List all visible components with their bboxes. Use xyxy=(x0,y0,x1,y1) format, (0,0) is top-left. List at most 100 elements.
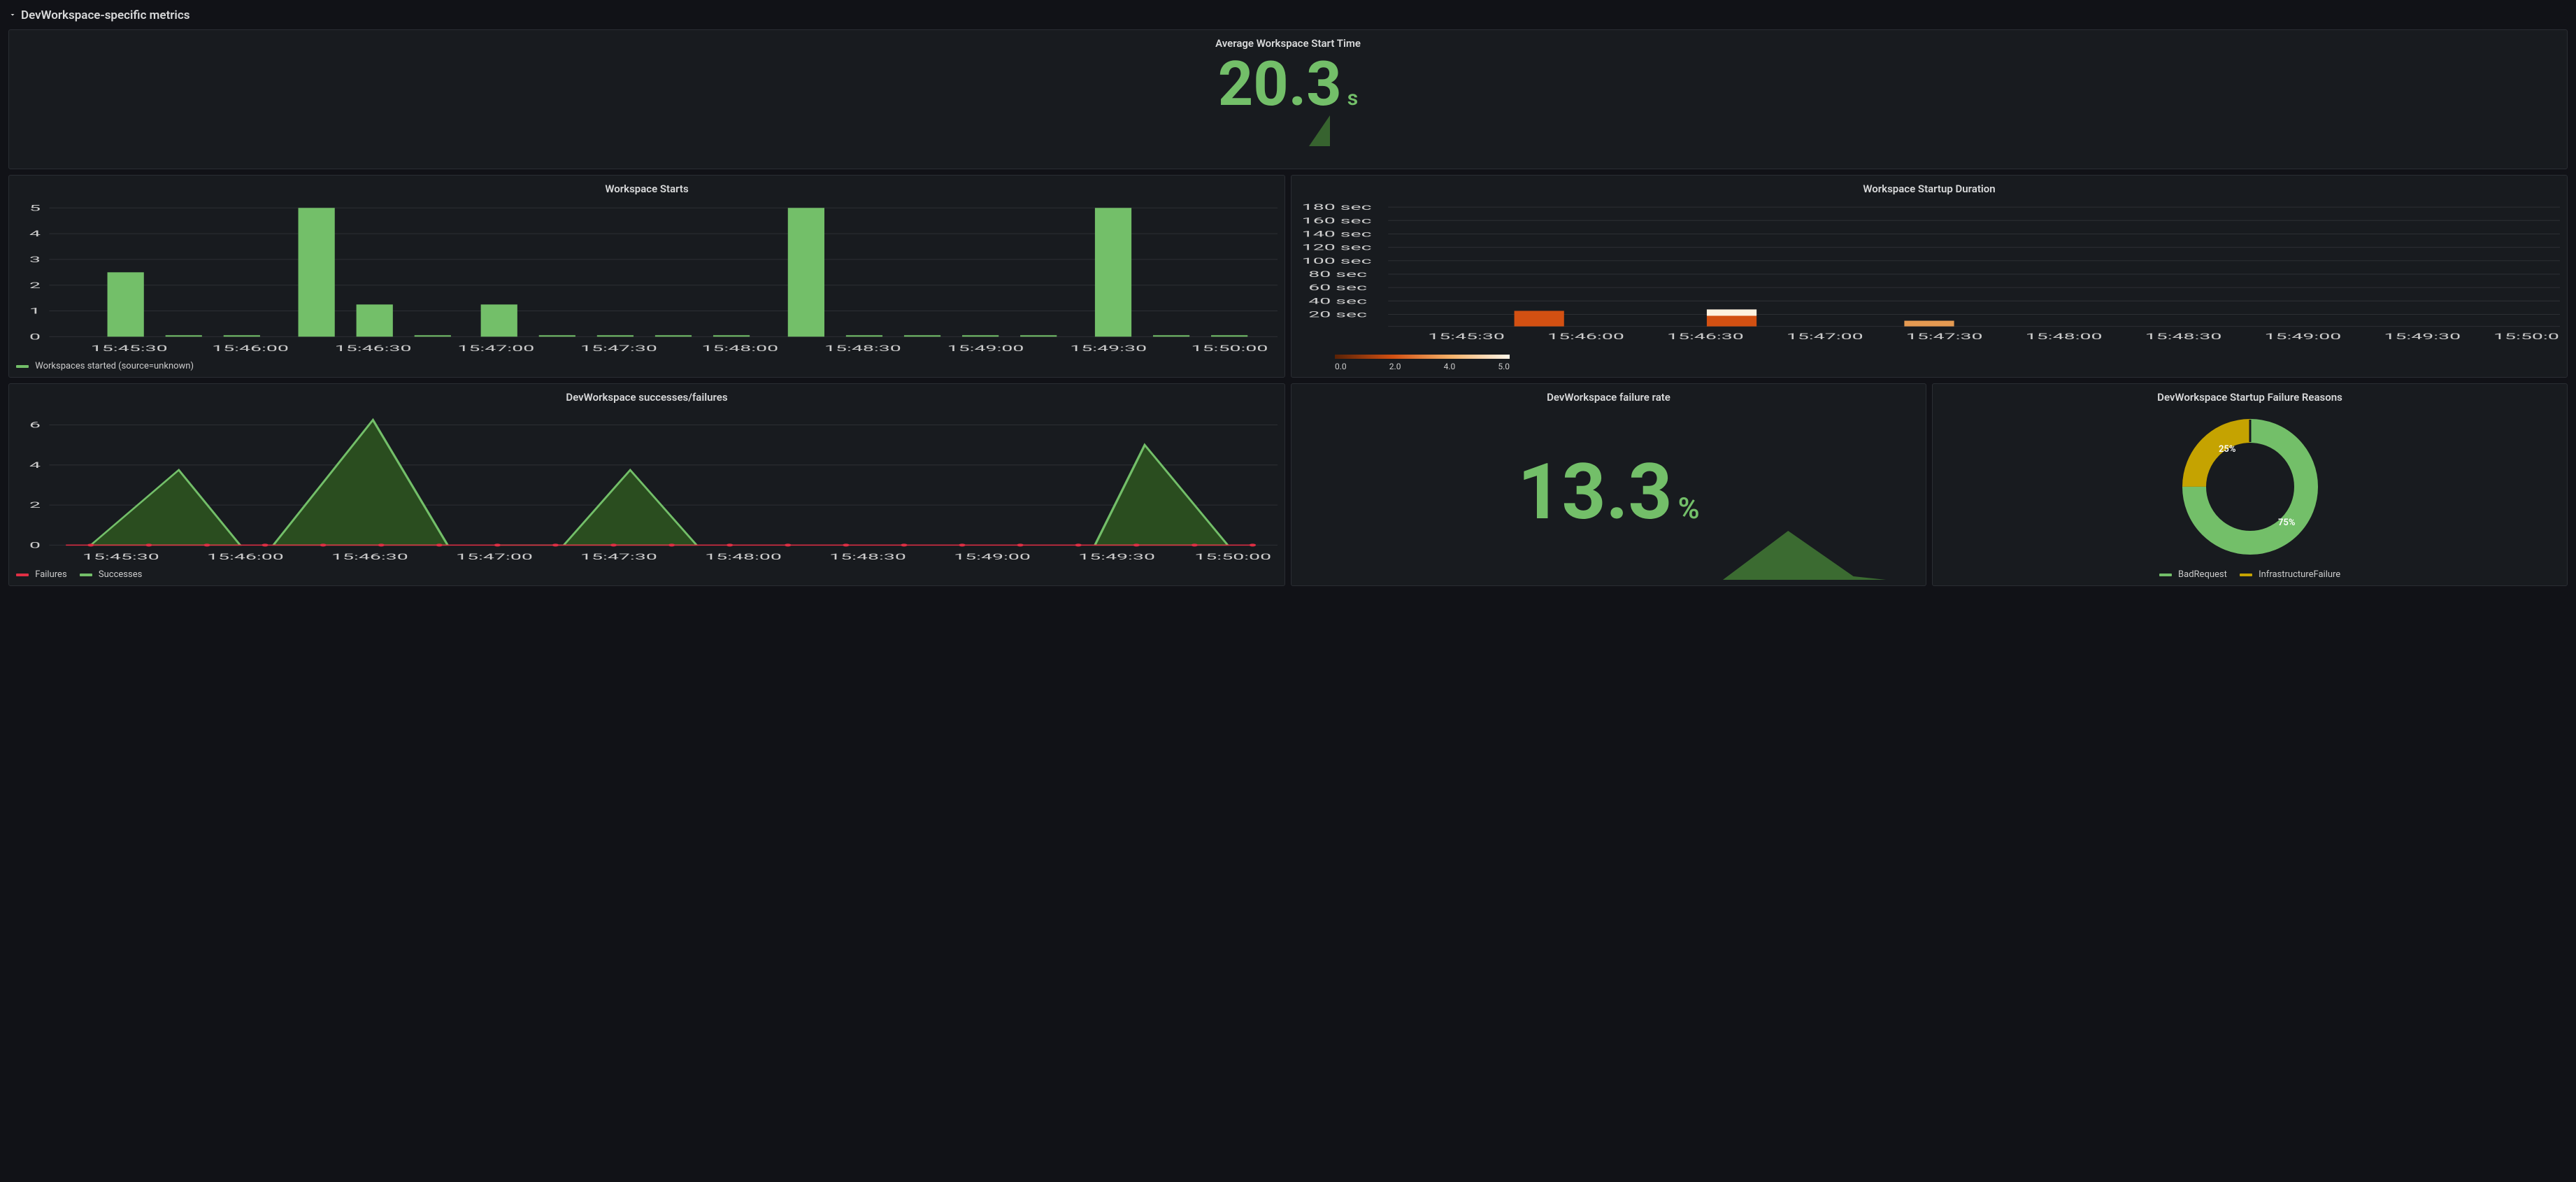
svg-text:15:48:30: 15:48:30 xyxy=(829,552,906,562)
svg-text:15:47:00: 15:47:00 xyxy=(457,343,534,353)
heatmap-chart: 180 sec 160 sec 140 sec 120 sec 100 sec … xyxy=(1298,199,2560,355)
dashboard-grid: Average Workspace Start Time 20.3 s Work… xyxy=(8,29,2568,586)
sparkline xyxy=(1298,531,1919,580)
legend-swatch xyxy=(80,574,92,576)
legend-item: Failures xyxy=(16,569,67,580)
svg-text:180 sec: 180 sec xyxy=(1302,203,1372,213)
svg-text:15:49:00: 15:49:00 xyxy=(954,552,1031,562)
svg-text:40 sec: 40 sec xyxy=(1308,297,1367,306)
stat-value: 13.3 xyxy=(1517,454,1672,531)
svg-text:0: 0 xyxy=(29,541,41,550)
svg-text:100 sec: 100 sec xyxy=(1302,256,1372,266)
svg-text:15:50:00: 15:50:00 xyxy=(1194,552,1271,562)
panel-title: DevWorkspace Startup Failure Reasons xyxy=(1940,388,2560,408)
legend-item: BadRequest xyxy=(2159,569,2227,580)
legend-item: Successes xyxy=(80,569,143,580)
stat-unit: % xyxy=(1678,492,1700,526)
legend-item: Workspaces started (source=unknown) xyxy=(16,361,194,371)
panel-workspace-starts[interactable]: Workspace Starts 5 4 3 2 1 0 xyxy=(8,175,1285,378)
panel-successes-failures[interactable]: DevWorkspace successes/failures 6 4 2 0 xyxy=(8,383,1285,586)
svg-text:4: 4 xyxy=(29,460,41,470)
svg-text:75%: 75% xyxy=(2278,518,2296,528)
svg-text:15:48:30: 15:48:30 xyxy=(2145,332,2222,341)
legend: BadRequest InfrastructureFailure xyxy=(1940,565,2560,580)
svg-text:15:45:30: 15:45:30 xyxy=(91,343,168,353)
color-scale: 0.0 2.0 4.0 5.0 xyxy=(1298,355,2560,371)
scale-tick: 0.0 xyxy=(1335,362,1347,371)
svg-text:20 sec: 20 sec xyxy=(1308,310,1367,320)
stat-body: 20.3 s xyxy=(16,54,2560,163)
legend-swatch xyxy=(2240,574,2252,576)
legend-item: InfrastructureFailure xyxy=(2240,569,2340,580)
svg-text:15:47:00: 15:47:00 xyxy=(1787,332,1863,341)
bar-chart: 5 4 3 2 1 0 xyxy=(16,199,1278,357)
legend-swatch xyxy=(16,365,29,368)
stat-value: 20.3 xyxy=(1218,54,1342,115)
svg-text:15:48:30: 15:48:30 xyxy=(824,343,901,353)
panel-title: DevWorkspace failure rate xyxy=(1298,388,1919,408)
svg-text:15:48:00: 15:48:00 xyxy=(705,552,782,562)
svg-text:15:46:30: 15:46:30 xyxy=(1667,332,1744,341)
panel-failure-reasons[interactable]: DevWorkspace Startup Failure Reasons 25%… xyxy=(1932,383,2568,586)
legend-swatch xyxy=(16,574,29,576)
svg-text:15:46:00: 15:46:00 xyxy=(1547,332,1624,341)
panel-title: Workspace Startup Duration xyxy=(1298,180,2560,199)
legend-label: Successes xyxy=(99,569,142,580)
svg-text:25%: 25% xyxy=(2219,444,2236,455)
legend-label: BadRequest xyxy=(2178,569,2227,580)
legend-label: Failures xyxy=(35,569,66,580)
chevron-down-icon xyxy=(8,8,17,22)
svg-text:15:49:30: 15:49:30 xyxy=(2384,332,2461,341)
svg-text:15:48:00: 15:48:00 xyxy=(2026,332,2103,341)
chart-body: 5 4 3 2 1 0 xyxy=(16,199,1278,357)
chart-body: 6 4 2 0 xyxy=(16,408,1278,565)
scale-tick: 4.0 xyxy=(1444,362,1456,371)
svg-text:15:46:30: 15:46:30 xyxy=(335,343,412,353)
svg-text:4: 4 xyxy=(29,229,41,239)
scale-tick: 2.0 xyxy=(1389,362,1401,371)
svg-text:15:49:30: 15:49:30 xyxy=(1070,343,1147,353)
svg-text:2: 2 xyxy=(29,501,41,511)
x-axis: 15:45:30 15:46:00 15:46:30 15:47:00 15:4… xyxy=(91,343,1268,353)
chart-body: 25% 75% xyxy=(1940,408,2560,565)
gradient-labels: 0.0 2.0 4.0 5.0 xyxy=(1335,359,1510,371)
panel-startup-duration[interactable]: Workspace Startup Duration 180 sec 160 s… xyxy=(1291,175,2568,378)
svg-text:15:46:00: 15:46:00 xyxy=(212,343,289,353)
donut-chart: 25% 75% xyxy=(2177,413,2324,560)
svg-text:15:50:00: 15:50:00 xyxy=(2493,332,2560,341)
panel-title: DevWorkspace successes/failures xyxy=(16,388,1278,408)
section-header[interactable]: DevWorkspace-specific metrics xyxy=(8,6,2568,29)
legend-label: Workspaces started (source=unknown) xyxy=(35,361,194,371)
chart-body: 180 sec 160 sec 140 sec 120 sec 100 sec … xyxy=(1298,199,2560,355)
svg-text:15:47:30: 15:47:30 xyxy=(1906,332,1983,341)
panel-failure-rate[interactable]: DevWorkspace failure rate 13.3 % xyxy=(1291,383,1926,586)
stat-value-row: 20.3 s xyxy=(16,54,2560,115)
svg-text:15:48:00: 15:48:00 xyxy=(701,343,778,353)
svg-text:2: 2 xyxy=(29,280,41,290)
stat-unit: s xyxy=(1347,86,1358,111)
svg-text:15:50:00: 15:50:00 xyxy=(1192,343,1268,353)
svg-text:5: 5 xyxy=(29,204,41,213)
svg-text:0: 0 xyxy=(29,332,41,342)
legend-label: InfrastructureFailure xyxy=(2259,569,2340,580)
area-chart: 6 4 2 0 xyxy=(16,408,1278,565)
legend-swatch xyxy=(2159,574,2172,576)
scale-tick: 5.0 xyxy=(1498,362,1510,371)
legend: Failures Successes xyxy=(16,565,1278,580)
svg-text:15:47:30: 15:47:30 xyxy=(580,552,657,562)
svg-text:15:45:30: 15:45:30 xyxy=(83,552,159,562)
panel-avg-start-time[interactable]: Average Workspace Start Time 20.3 s xyxy=(8,29,2568,169)
stat-value-row: 13.3 % xyxy=(1517,454,1699,531)
section-title: DevWorkspace-specific metrics xyxy=(21,8,189,22)
svg-text:15:47:00: 15:47:00 xyxy=(456,552,533,562)
svg-text:15:47:30: 15:47:30 xyxy=(580,343,657,353)
svg-text:15:45:30: 15:45:30 xyxy=(1428,332,1505,341)
svg-text:140 sec: 140 sec xyxy=(1302,229,1372,239)
svg-text:3: 3 xyxy=(29,255,41,264)
svg-text:80 sec: 80 sec xyxy=(1308,269,1367,279)
svg-text:15:46:00: 15:46:00 xyxy=(207,552,284,562)
svg-text:120 sec: 120 sec xyxy=(1302,243,1372,252)
svg-text:1: 1 xyxy=(29,306,41,316)
stat-body: 13.3 % xyxy=(1298,408,1919,580)
legend: Workspaces started (source=unknown) xyxy=(16,357,1278,371)
